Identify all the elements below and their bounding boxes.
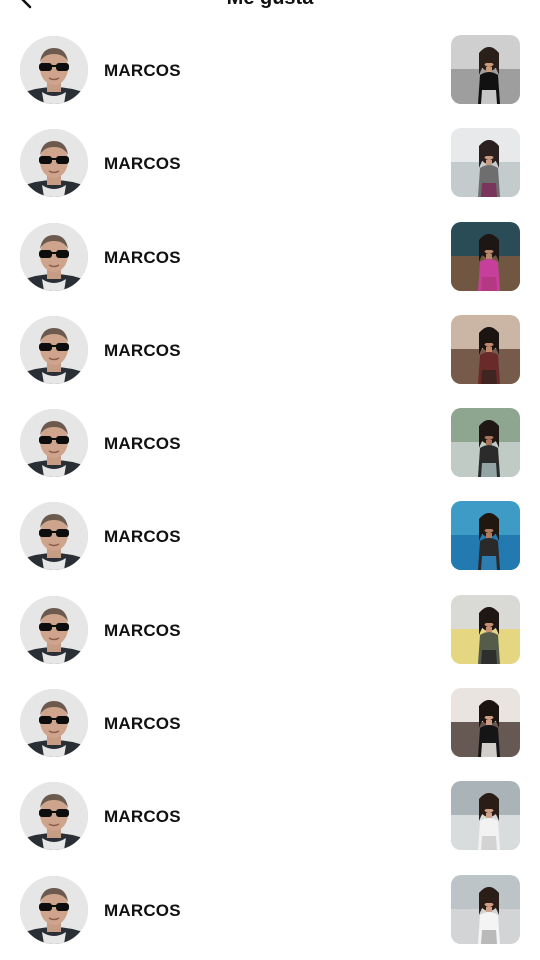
like-row: MARCOS — [0, 769, 540, 862]
like-row: MARCOS — [0, 489, 540, 582]
username[interactable]: MARCOS — [104, 901, 181, 921]
post-thumbnail[interactable] — [451, 501, 520, 571]
username[interactable]: MARCOS — [104, 434, 181, 454]
post-thumbnail[interactable] — [451, 408, 520, 478]
post-thumbnail[interactable] — [451, 128, 520, 198]
username[interactable]: MARCOS — [104, 807, 181, 827]
username[interactable]: MARCOS — [104, 61, 181, 81]
post-thumbnail[interactable] — [451, 221, 520, 291]
user-avatar[interactable] — [20, 315, 88, 384]
like-row: MARCOS — [0, 210, 540, 303]
like-row: MARCOS — [0, 863, 540, 956]
like-row: MARCOS — [0, 583, 540, 676]
post-thumbnail[interactable] — [451, 35, 520, 104]
username[interactable]: MARCOS — [104, 341, 181, 361]
like-row: MARCOS — [0, 303, 540, 396]
post-thumbnail[interactable] — [451, 594, 520, 664]
username[interactable]: MARCOS — [104, 621, 181, 641]
user-avatar[interactable] — [20, 502, 88, 571]
user-avatar[interactable] — [20, 409, 88, 478]
user-avatar[interactable] — [20, 875, 88, 944]
header: Me gusta — [0, 0, 540, 16]
like-row: MARCOS — [0, 23, 540, 116]
like-row: MARCOS — [0, 396, 540, 489]
post-thumbnail[interactable] — [451, 781, 520, 851]
user-avatar[interactable] — [20, 222, 88, 291]
username[interactable]: MARCOS — [104, 248, 181, 268]
post-thumbnail[interactable] — [451, 874, 520, 944]
user-avatar[interactable] — [20, 782, 88, 851]
like-row: MARCOS — [0, 676, 540, 769]
username[interactable]: MARCOS — [104, 154, 181, 174]
post-thumbnail[interactable] — [451, 688, 520, 758]
post-thumbnail[interactable] — [451, 314, 520, 384]
user-avatar[interactable] — [20, 595, 88, 664]
user-avatar[interactable] — [20, 689, 88, 758]
page-title: Me gusta — [0, 0, 540, 10]
username[interactable]: MARCOS — [104, 527, 181, 547]
likes-list: MARCOS MARCOS MARCOS MARCOS MARCOS MARCO… — [0, 23, 540, 956]
user-avatar[interactable] — [20, 36, 88, 104]
username[interactable]: MARCOS — [104, 714, 181, 734]
like-row: MARCOS — [0, 116, 540, 209]
user-avatar[interactable] — [20, 129, 88, 198]
